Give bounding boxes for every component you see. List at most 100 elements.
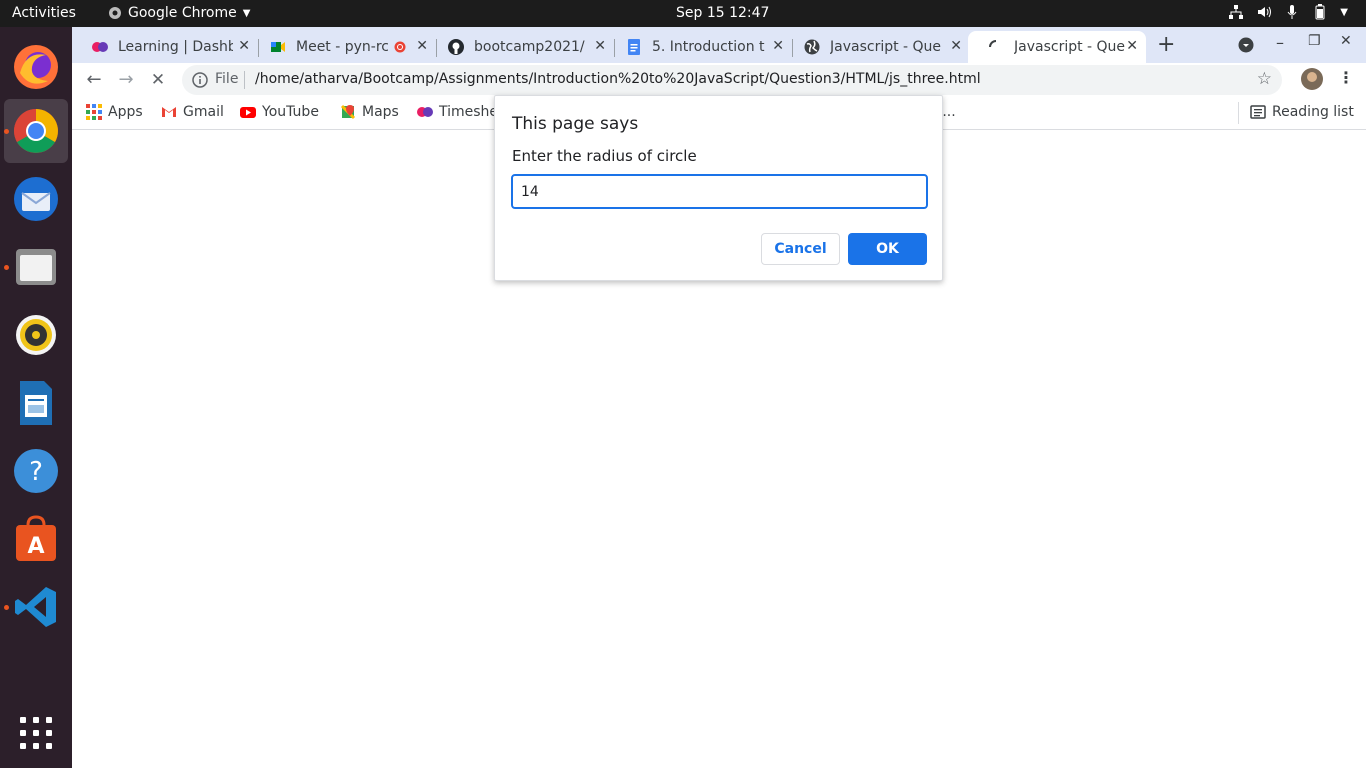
prompt-dialog: This page says Enter the radius of circl… [494,95,943,281]
svg-text:?: ? [29,457,43,487]
tab-meet[interactable]: Meet - pyn-rcc ✕ [250,31,436,63]
close-icon[interactable]: ✕ [950,38,962,54]
new-tab-button[interactable]: + [1157,32,1175,57]
bookmark-maps[interactable]: Maps [340,104,399,120]
dock-writer[interactable] [4,371,68,435]
cancel-button[interactable]: Cancel [761,233,840,265]
bookmark-star-icon[interactable]: ☆ [1257,69,1272,89]
reading-list-icon [1250,105,1266,119]
dock-files[interactable] [4,235,68,299]
rhythmbox-icon [16,315,56,355]
dock-vscode[interactable] [4,575,68,639]
svg-text:A: A [27,534,44,559]
thunderbird-icon [14,177,58,221]
battery-icon [1315,4,1325,20]
bookmark-label: YouTube [262,104,319,120]
bookmark-label: Maps [362,104,399,120]
tab-title: bootcamp2021/ [474,39,585,55]
tab-title: Javascript - Que [1014,39,1126,55]
ok-button[interactable]: OK [848,233,927,265]
close-window-button[interactable]: ✕ [1340,33,1352,49]
browser-toolbar: ← → ✕ File /home/atharva/Bootcamp/Assign… [72,63,1366,96]
github-favicon [448,39,464,55]
tab-search-icon[interactable] [1238,37,1254,53]
url-scheme: File [215,71,239,87]
bookmark-label: Apps [108,104,143,120]
loading-favicon [989,40,997,48]
dock-thunderbird[interactable] [4,167,68,231]
microphone-icon [1287,5,1297,19]
tab-title: Meet - pyn-rcc [296,39,388,55]
dialog-input[interactable] [511,174,928,209]
meet-favicon [271,42,285,52]
tab-title: 5. Introduction t [652,39,765,55]
dialog-message: Enter the radius of circle [512,147,697,165]
bookmark-label: Timeshe [439,104,499,120]
info-icon[interactable] [192,72,208,88]
dialog-title: This page says [512,114,639,134]
dock-chrome[interactable] [4,99,68,163]
help-icon: ? [14,449,58,493]
tab-javascript-question[interactable]: Javascript - Que ✕ [784,31,970,63]
dock-firefox[interactable] [4,35,68,99]
close-icon[interactable]: ✕ [416,38,428,54]
bookmark-label: Gmail [183,104,224,120]
volume-icon [1258,6,1272,18]
dock-rhythmbox[interactable] [4,303,68,367]
maps-icon [340,104,356,120]
chevron-down-icon: ▼ [242,7,251,19]
docs-favicon [628,39,640,55]
close-icon[interactable]: ✕ [772,38,784,54]
files-icon [16,249,56,285]
avatar[interactable] [1301,68,1323,90]
tab-strip: Learning | Dashb ✕ Meet - pyn-rcc ✕ boot… [72,27,1366,63]
menu-icon[interactable]: ⋮ [1338,68,1354,87]
close-icon[interactable]: ✕ [594,38,606,54]
bookmark-apps[interactable]: Apps [86,104,143,120]
close-icon[interactable]: ✕ [1126,38,1138,54]
writer-icon [20,381,52,425]
chrome-icon [14,109,58,153]
address-bar[interactable]: File /home/atharva/Bootcamp/Assignments/… [182,65,1282,95]
firefox-icon [14,45,58,89]
learning-favicon [92,42,108,52]
globe-favicon [804,39,820,55]
reading-list-button[interactable]: Reading list [1250,104,1354,120]
gnome-top-bar: Activities Google Chrome ▼ Sep 15 12:47 … [0,0,1366,27]
minimize-button[interactable]: – [1276,33,1284,52]
running-indicator [4,129,9,134]
back-button[interactable]: ← [82,68,106,92]
url-text[interactable]: /home/atharva/Bootcamp/Assignments/Intro… [255,71,981,87]
tab-title: Learning | Dashb [118,39,233,55]
bookmark-timesheet[interactable]: Timeshe [417,104,498,120]
clock[interactable]: Sep 15 12:47 [676,5,769,21]
youtube-icon [240,107,256,118]
network-icon [1229,5,1244,19]
tab-javascript-question-active[interactable]: Javascript - Que ✕ [968,31,1146,63]
activities-button[interactable]: Activities [12,5,76,21]
divider [244,71,245,89]
dock-show-apps[interactable] [4,701,68,765]
forward-button[interactable]: → [114,68,138,92]
dock: ? A [0,27,72,768]
tab-learning-dashboard[interactable]: Learning | Dashb ✕ [72,31,258,63]
bookmark-youtube[interactable]: YouTube [240,104,319,120]
restore-button[interactable]: ❐ [1308,33,1321,49]
tab-github-bootcamp[interactable]: bootcamp2021/ ✕ [428,31,614,63]
software-icon: A [16,515,56,561]
bookmark-gmail[interactable]: Gmail [161,104,224,120]
app-menu-label: Google Chrome [128,5,237,21]
dock-software[interactable]: A [4,507,68,571]
running-indicator [4,605,9,610]
dock-help[interactable]: ? [4,439,68,503]
tab-docs-introduction[interactable]: 5. Introduction t ✕ [606,31,792,63]
system-tray[interactable]: ▼ [1228,4,1348,20]
stop-loading-button[interactable]: ✕ [146,68,170,92]
gmail-icon [162,107,176,117]
timesheet-icon [417,107,433,117]
vscode-icon [15,587,56,627]
apps-grid-icon [86,104,102,120]
close-icon[interactable]: ✕ [238,38,250,54]
tab-title: Javascript - Que [830,39,942,55]
app-menu[interactable]: Google Chrome ▼ [108,5,250,21]
